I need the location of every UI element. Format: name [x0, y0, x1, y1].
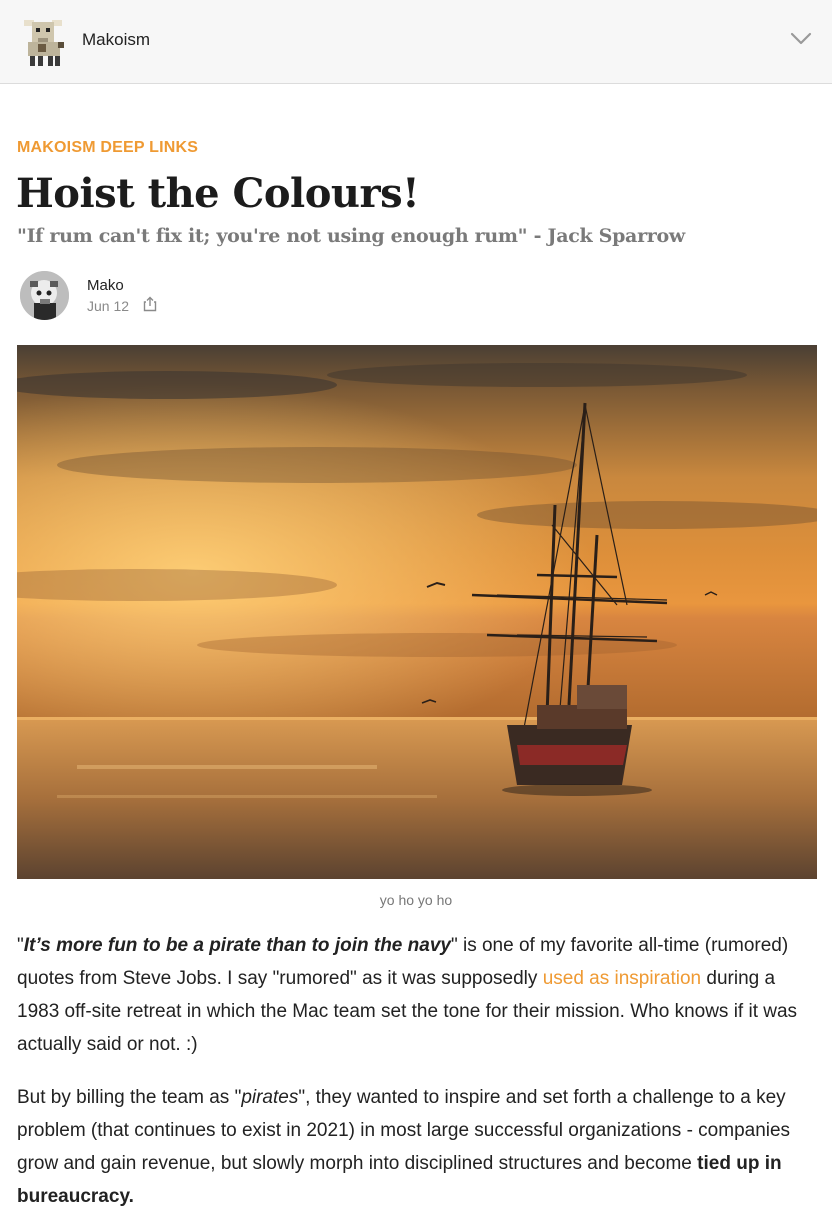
- p1-open-quote: ": [17, 935, 24, 956]
- post-date: Jun 12: [87, 298, 130, 314]
- site-name[interactable]: Makoism: [82, 30, 150, 50]
- body-paragraph-2: But by billing the team as "pirates", th…: [17, 1081, 817, 1213]
- avatar-image: [20, 271, 69, 320]
- post-subtitle: "If rum can't fix it; you're not using e…: [17, 225, 685, 247]
- pirate-ship-sunset-image: [17, 345, 817, 879]
- p2-before: But by billing the team as ": [17, 1087, 242, 1108]
- post-title: Hoist the Colours!: [16, 170, 420, 217]
- chevron-down-icon[interactable]: [790, 32, 812, 46]
- pirates-emphasis: pirates: [241, 1087, 299, 1108]
- section-label[interactable]: MAKOISM DEEP LINKS: [17, 139, 198, 157]
- jobs-quote: It’s more fun to be a pirate than to joi…: [23, 935, 451, 956]
- goat-logo-icon[interactable]: [18, 12, 68, 68]
- share-icon[interactable]: [143, 296, 157, 312]
- inspiration-link[interactable]: used as inspiration: [543, 968, 701, 989]
- top-bar: Makoism: [0, 0, 832, 84]
- author-name[interactable]: Mako: [87, 277, 124, 294]
- author-avatar[interactable]: [20, 271, 69, 320]
- body-paragraph-1: "It’s more fun to be a pirate than to jo…: [17, 929, 817, 1061]
- image-caption: yo ho yo ho: [379, 892, 453, 908]
